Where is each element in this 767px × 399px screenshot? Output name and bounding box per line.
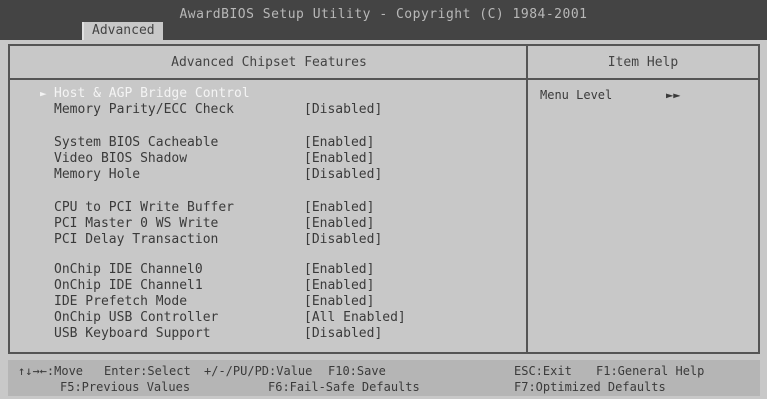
setting-value[interactable]: [Enabled] [304,262,374,278]
key-hint-general-help: F1:General Help [596,364,705,378]
setting-value[interactable]: [Disabled] [304,167,382,183]
key-hint-save: F10:Save [328,364,386,378]
tab-advanced[interactable]: Advanced [82,22,163,40]
setting-label: IDE Prefetch Mode [54,294,188,309]
footer-row-1: ↑↓→←:Move Enter:Select +/-/PU/PD:Value F… [8,363,760,379]
key-hint-move: ↑↓→←:Move [18,364,84,378]
title-bar: AwardBIOS Setup Utility - Copyright (C) … [0,0,767,40]
setting-label: OnChip IDE Channel1 [54,278,203,293]
setting-value[interactable]: [Disabled] [304,232,382,248]
footer-keys: ↑↓→←:Move Enter:Select +/-/PU/PD:Value F… [8,360,760,396]
setting-value[interactable]: [Enabled] [304,135,374,151]
setting-label: PCI Master 0 WS Write [54,216,219,231]
key-hint-select: Enter:Select [104,364,191,378]
setting-value[interactable]: [Enabled] [304,200,374,216]
setting-label: CPU to PCI Write Buffer [54,200,235,215]
menu-level-arrow-icon: ►► [666,88,681,102]
setting-value[interactable]: [All Enabled] [304,310,406,326]
key-hint-previous-values: F5:Previous Values [60,380,191,394]
setting-value[interactable]: [Enabled] [304,151,374,167]
key-hint-fail-safe-defaults: F6:Fail-Safe Defaults [268,380,420,394]
key-hint-optimized-defaults: F7:Optimized Defaults [514,380,666,394]
setting-value[interactable]: [Enabled] [304,294,374,310]
app-title: AwardBIOS Setup Utility - Copyright (C) … [179,7,588,22]
setting-value[interactable]: [Enabled] [304,216,374,232]
setting-label: Memory Hole [54,167,141,182]
setting-value[interactable]: [Disabled] [304,326,382,342]
panel-divider [526,46,528,352]
footer-row-2: F5:Previous Values F6:Fail-Safe Defaults… [8,379,760,395]
panel-title: Advanced Chipset Features [10,46,528,80]
setting-value[interactable]: [Disabled] [304,102,382,118]
setting-label: Host & AGP Bridge Control [54,86,250,101]
help-panel-title: Item Help [528,46,758,80]
setting-label: PCI Delay Transaction [54,232,219,247]
main-panel: Advanced Chipset Features Item Help ► Ho… [8,44,760,354]
setting-label: Video BIOS Shadow [54,151,188,166]
key-hint-exit: ESC:Exit [514,364,572,378]
setting-label: USB Keyboard Support [54,326,211,341]
setting-label: Memory Parity/ECC Check [54,102,235,117]
setting-label: OnChip USB Controller [54,310,219,325]
setting-label: OnChip IDE Channel0 [54,262,203,277]
menu-level-label: Menu Level [540,88,613,102]
selected-arrow-icon: ► [40,87,47,100]
setting-label: System BIOS Cacheable [54,135,219,150]
key-hint-value: +/-/PU/PD:Value [204,364,313,378]
setting-value[interactable]: [Enabled] [304,278,374,294]
